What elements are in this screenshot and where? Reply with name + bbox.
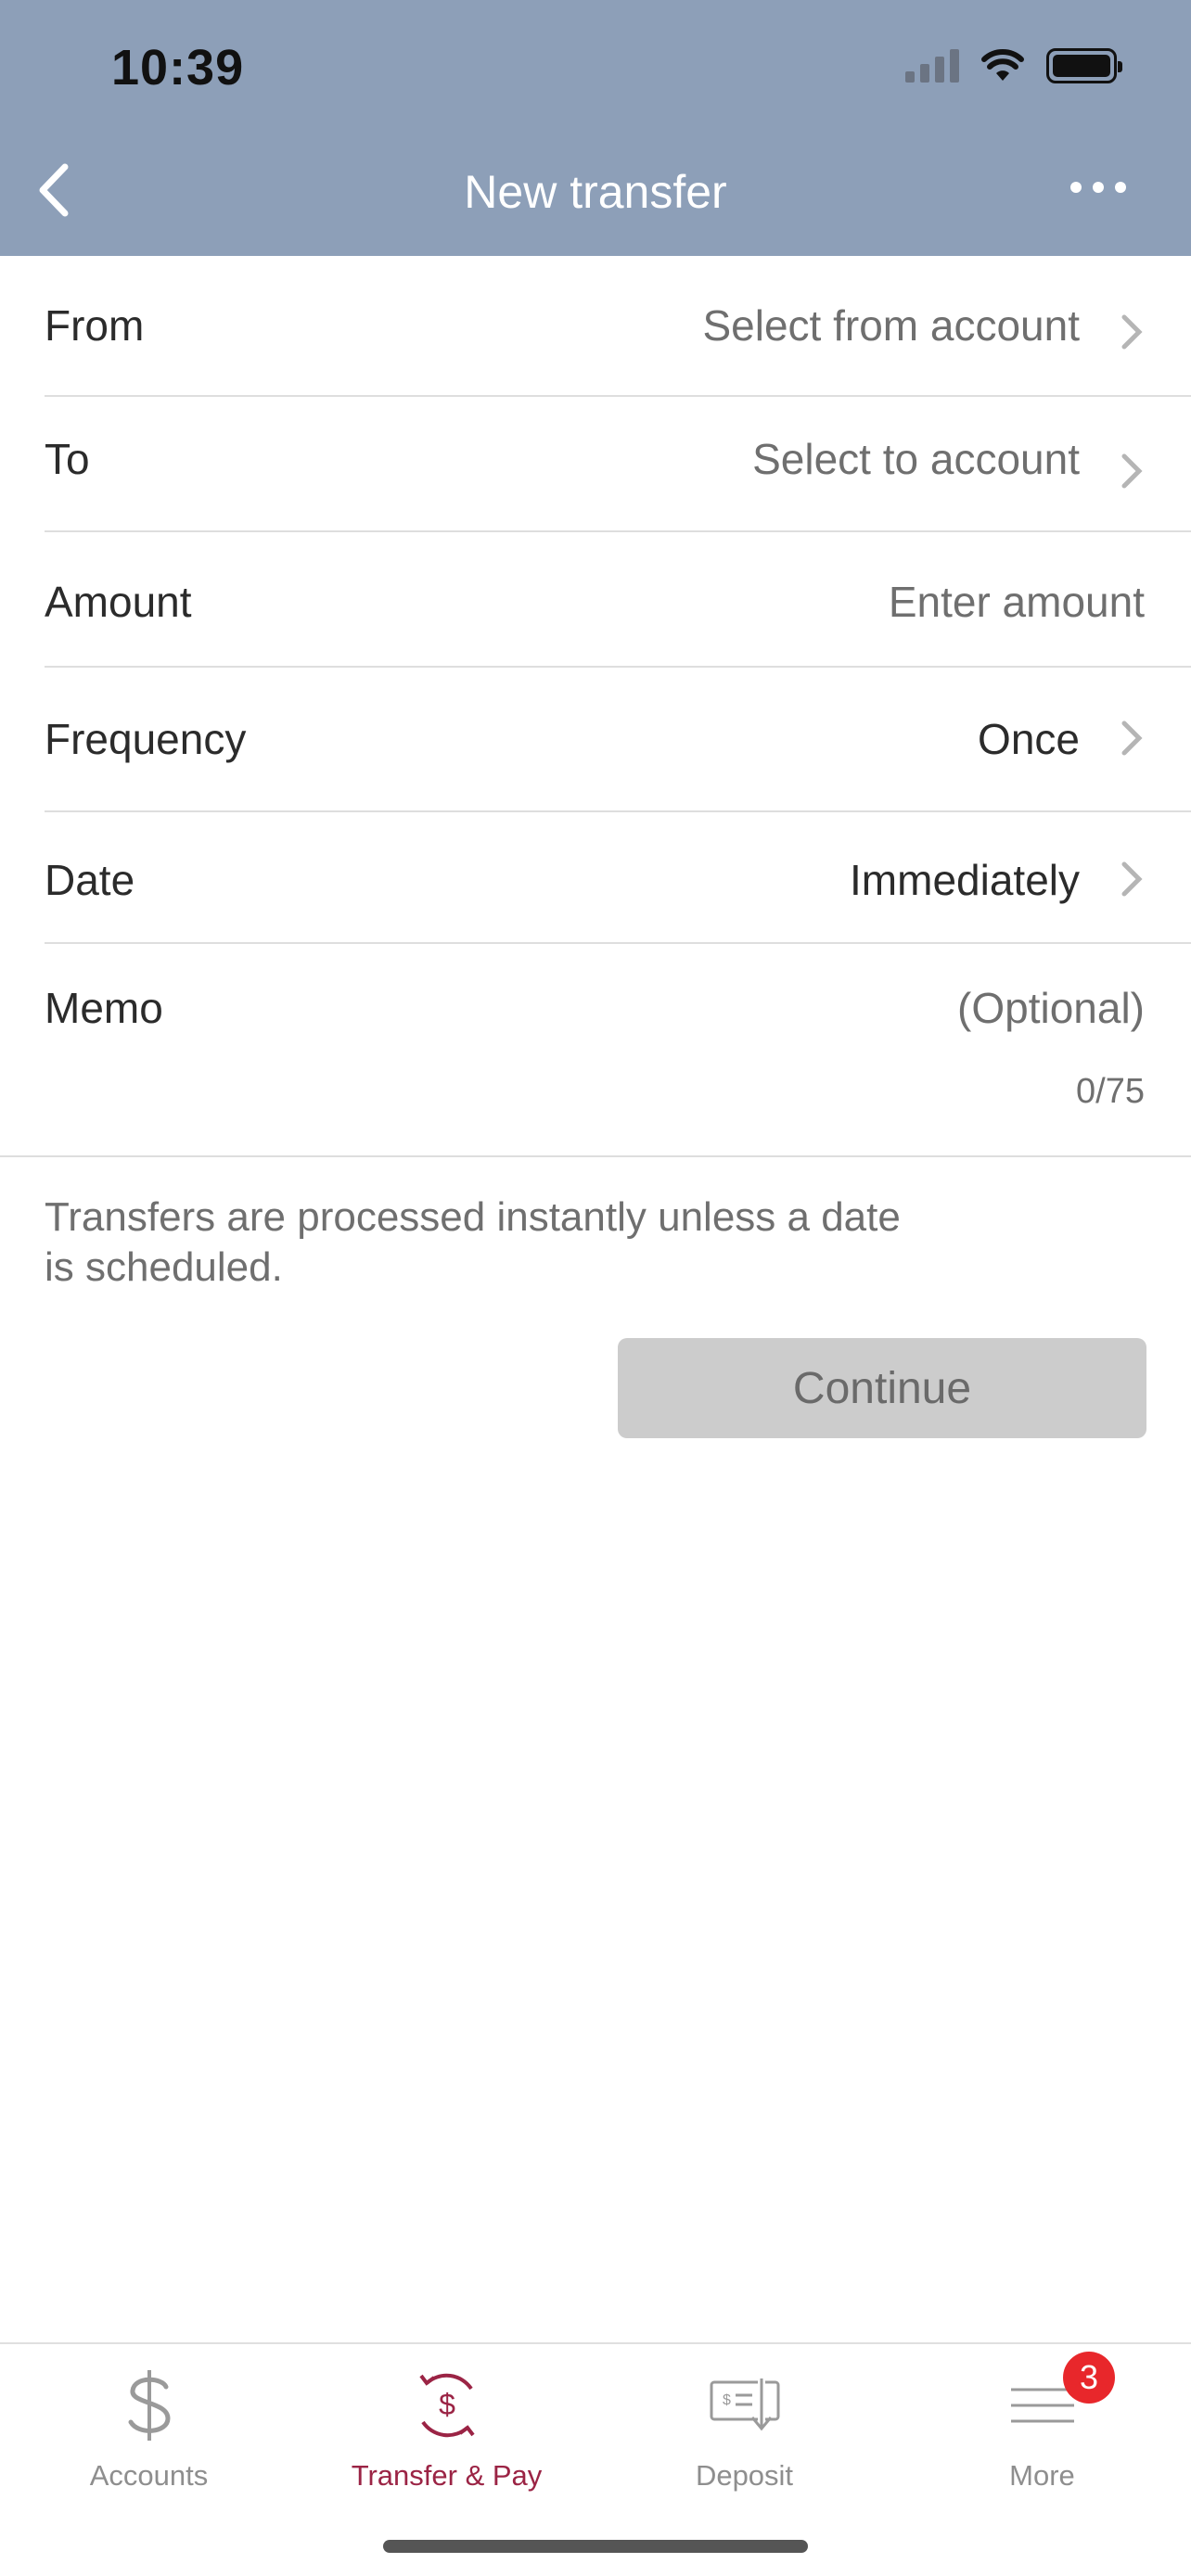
wifi-icon — [981, 49, 1024, 81]
ellipsis-icon — [1070, 182, 1082, 193]
section-divider — [0, 1155, 1191, 1157]
frequency-label: Frequency — [45, 715, 247, 763]
memo-input[interactable]: (Optional) — [957, 983, 1145, 1033]
continue-button[interactable]: Continue — [618, 1338, 1146, 1438]
tab-transfer-pay-label: Transfer & Pay — [351, 2459, 543, 2492]
tab-more[interactable]: 3 More — [893, 2344, 1191, 2511]
info-line-2: is scheduled. — [45, 1244, 283, 1290]
check-deposit-icon: $ — [694, 2361, 796, 2450]
info-text: Transfers are processed instantly unless… — [45, 1192, 972, 1293]
svg-text:$: $ — [723, 2392, 731, 2408]
tab-accounts[interactable]: Accounts — [0, 2344, 298, 2511]
tab-deposit[interactable]: $ Deposit — [596, 2344, 893, 2511]
amount-row[interactable]: Amount Enter amount — [45, 532, 1191, 668]
notification-badge: 3 — [1063, 2352, 1115, 2404]
dollar-icon — [98, 2361, 200, 2450]
status-time: 10:39 — [111, 40, 245, 96]
date-label: Date — [45, 856, 135, 904]
chevron-right-icon — [1121, 453, 1143, 489]
tab-transfer-pay[interactable]: $ Transfer & Pay — [298, 2344, 596, 2511]
frequency-row[interactable]: Frequency Once — [45, 668, 1191, 812]
memo-row[interactable]: Memo (Optional) 0/75 — [45, 944, 1191, 1154]
frequency-value: Once — [978, 715, 1080, 763]
amount-input[interactable]: Enter amount — [889, 577, 1145, 627]
header-bar: 10:39 New transfer — [0, 0, 1191, 256]
to-label: To — [45, 435, 90, 483]
memo-label: Memo — [45, 984, 163, 1032]
from-account-value: Select from account — [702, 301, 1080, 350]
battery-icon — [1046, 48, 1122, 83]
transfer-form: From Select from account To Select to ac… — [0, 256, 1191, 1154]
tab-accounts-label: Accounts — [89, 2459, 209, 2492]
signal-icon — [905, 49, 959, 83]
chevron-right-icon — [1121, 861, 1143, 897]
memo-character-count: 0/75 — [1076, 1072, 1145, 1111]
from-account-row[interactable]: From Select from account — [45, 256, 1191, 397]
tab-deposit-label: Deposit — [695, 2459, 794, 2492]
chevron-right-icon — [1121, 314, 1143, 350]
page-title: New transfer — [464, 166, 727, 218]
date-row[interactable]: Date Immediately — [45, 812, 1191, 944]
transfer-dollar-icon: $ — [396, 2361, 498, 2450]
chevron-right-icon — [1121, 721, 1143, 756]
status-icons — [905, 48, 1122, 83]
date-value: Immediately — [850, 856, 1080, 904]
info-line-1: Transfers are processed instantly unless… — [45, 1194, 901, 1240]
more-options-button[interactable] — [1070, 182, 1126, 193]
from-label: From — [45, 301, 145, 350]
to-account-value: Select to account — [752, 435, 1080, 483]
to-account-row[interactable]: To Select to account — [45, 397, 1191, 532]
svg-text:$: $ — [439, 2388, 455, 2421]
home-indicator — [383, 2540, 808, 2553]
amount-label: Amount — [45, 578, 192, 626]
tab-more-label: More — [1009, 2459, 1075, 2492]
